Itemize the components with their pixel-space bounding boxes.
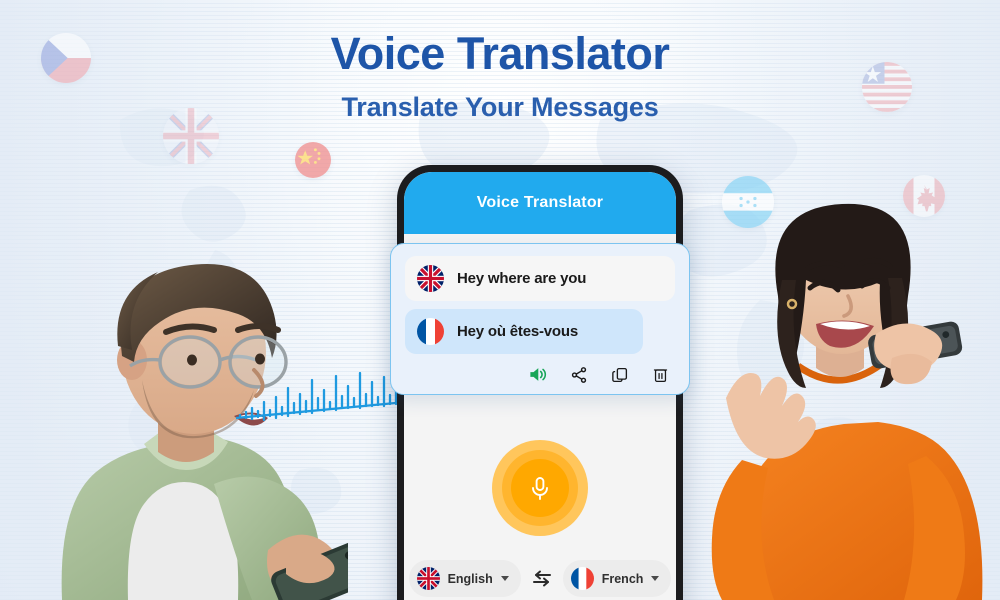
- language-selector-bar: English French: [404, 560, 676, 597]
- mic-button-zone: [404, 440, 676, 536]
- source-language-selector[interactable]: English: [408, 560, 521, 597]
- target-language-selector[interactable]: French: [562, 560, 672, 597]
- translated-text: Hey où êtes-vous: [457, 323, 579, 340]
- chevron-down-icon: [651, 576, 660, 581]
- translated-text-row[interactable]: Hey où êtes-vous: [405, 309, 643, 354]
- chevron-down-icon: [500, 576, 509, 581]
- promo-banner: Voice Translator Translate Your Messages…: [0, 0, 1000, 600]
- app-header-bar: Voice Translator: [404, 172, 676, 234]
- speak-icon[interactable]: [528, 365, 547, 384]
- page-subtitle: Translate Your Messages: [341, 92, 659, 123]
- woman-listening-to-phone: [711, 203, 983, 600]
- microphone-icon: [532, 477, 548, 500]
- china-flag-dot: [295, 142, 331, 178]
- share-icon[interactable]: [570, 366, 588, 384]
- translation-result-card: Hey where are you Hey où êtes-vous: [390, 243, 690, 395]
- header-block: Voice Translator Translate Your Messages: [0, 30, 1000, 123]
- uk-flag-icon: [416, 567, 440, 590]
- uk-flag-icon: [417, 265, 444, 292]
- mic-button[interactable]: [492, 440, 588, 536]
- source-text-row[interactable]: Hey where are you: [405, 256, 675, 301]
- mic-button-core: [511, 459, 569, 517]
- target-language-label: French: [601, 571, 644, 586]
- source-language-label: English: [447, 571, 493, 586]
- delete-icon[interactable]: [652, 366, 669, 384]
- france-flag-icon: [570, 567, 594, 590]
- app-header-title: Voice Translator: [476, 194, 604, 211]
- france-flag-icon: [417, 318, 444, 345]
- card-action-row: [405, 365, 675, 384]
- audio-waveform: [236, 371, 408, 422]
- page-title: Voice Translator: [330, 28, 670, 79]
- source-text: Hey where are you: [457, 270, 587, 287]
- copy-icon[interactable]: [611, 366, 629, 384]
- swap-arrows-icon[interactable]: [531, 569, 553, 589]
- mic-button-ring: [502, 450, 578, 526]
